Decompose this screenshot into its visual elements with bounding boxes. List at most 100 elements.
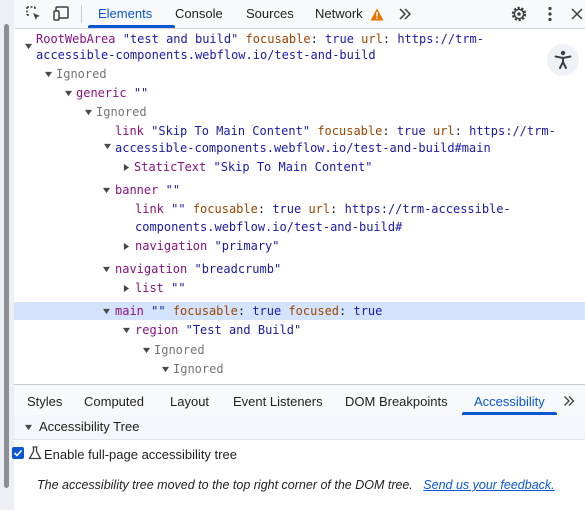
left-scrollbar-thumb[interactable] xyxy=(4,24,9,488)
chevron-double-right-icon[interactable] xyxy=(560,392,578,410)
tree-node-statictext[interactable]: StaticText "Skip To Main Content" xyxy=(14,158,585,176)
node-name: "" xyxy=(165,183,181,197)
node-ignored-label: Ignored xyxy=(173,362,224,376)
accessibility-person-icon xyxy=(554,50,572,69)
gear-icon[interactable] xyxy=(509,4,529,24)
node-role: banner xyxy=(115,183,159,197)
tree-node-main-selected[interactable]: main "" focusable: true focused: true xyxy=(14,302,585,320)
tree-node-link-skip[interactable]: link "Skip To Main Content" focusable: t… xyxy=(14,122,585,140)
expanded-arrow-icon[interactable] xyxy=(65,90,72,97)
node-role: main xyxy=(115,304,144,318)
node-name: "" xyxy=(171,281,186,295)
close-icon[interactable] xyxy=(567,4,585,24)
node-attr: focusable xyxy=(172,304,238,318)
node-value: true xyxy=(396,124,426,138)
node-attr: focused xyxy=(288,304,340,318)
node-attr: url xyxy=(308,202,331,216)
tree-node-continuation: accessible-components.webflow.io/test-an… xyxy=(14,46,585,64)
flask-experiment-icon xyxy=(28,446,42,460)
tab-styles[interactable]: Styles xyxy=(27,385,62,415)
expanded-arrow-icon[interactable] xyxy=(162,366,169,373)
expanded-arrow-icon[interactable] xyxy=(104,143,111,150)
accessibility-tree-section-header[interactable]: Accessibility Tree xyxy=(14,415,585,440)
node-name: "" xyxy=(133,86,149,100)
collapsed-arrow-icon[interactable] xyxy=(123,164,130,171)
accessibility-tree-toggle-button[interactable] xyxy=(547,44,579,76)
accessibility-tree-notice: The accessibility tree moved to the top … xyxy=(37,478,555,492)
node-role: StaticText xyxy=(134,160,207,174)
tree-node-list[interactable]: list "" xyxy=(14,279,585,297)
tab-accessibility[interactable]: Accessibility xyxy=(474,385,545,415)
collapsed-arrow-icon[interactable] xyxy=(123,243,130,250)
tab-network-label: Network xyxy=(315,6,363,21)
expanded-arrow-icon[interactable] xyxy=(45,71,52,78)
tree-node-ignored[interactable]: Ignored xyxy=(14,341,585,359)
tree-node-ignored[interactable]: Ignored xyxy=(14,360,585,378)
tree-node-ignored[interactable]: Ignored xyxy=(14,103,585,121)
node-value: true xyxy=(353,304,383,318)
enable-full-page-tree-label[interactable]: Enable full-page accessibility tree xyxy=(44,447,237,462)
expanded-arrow-icon[interactable] xyxy=(123,327,130,334)
sidebar-tabstrip: Styles Computed Layout Event Listeners D… xyxy=(14,384,585,416)
devtools-toolbar: Elements Console Sources Network xyxy=(14,0,585,29)
node-name: "Skip To Main Content" xyxy=(151,124,311,138)
tab-event-listeners[interactable]: Event Listeners xyxy=(233,385,323,415)
tree-node-navigation-primary[interactable]: navigation "primary" xyxy=(14,237,585,255)
collapsed-arrow-icon[interactable] xyxy=(123,285,130,292)
tab-elements[interactable]: Elements xyxy=(98,0,152,28)
node-role: RootWebArea xyxy=(36,32,116,46)
tab-layout[interactable]: Layout xyxy=(170,385,209,415)
notice-text: The accessibility tree moved to the top … xyxy=(37,478,413,492)
node-attr: url xyxy=(432,124,455,138)
tree-node-banner[interactable]: banner "" xyxy=(14,181,585,199)
node-value: https://trm- xyxy=(469,124,556,138)
node-role: region xyxy=(135,323,179,337)
node-value: https://trm- xyxy=(397,32,485,46)
node-url-continuation: components.webflow.io/test-and-build# xyxy=(135,220,403,234)
expanded-arrow-icon[interactable] xyxy=(25,424,32,431)
toolbar-divider xyxy=(81,5,82,23)
tree-node-region[interactable]: region "Test and Build" xyxy=(14,321,585,339)
node-value: true xyxy=(325,32,354,46)
more-tabs-icon[interactable] xyxy=(395,4,415,24)
expanded-arrow-icon[interactable] xyxy=(103,308,110,315)
tree-node-link-home[interactable]: link "" focusable: true url: https://trm… xyxy=(14,200,585,218)
section-title: Accessibility Tree xyxy=(39,419,140,434)
node-name: "Skip To Main Content" xyxy=(213,160,373,174)
tree-node-continuation: accessible-components.webflow.io/test-an… xyxy=(14,139,585,157)
node-role: navigation xyxy=(115,262,188,276)
accessibility-tree[interactable]: RootWebArea "test and build" focusable: … xyxy=(14,29,585,384)
inspect-element-icon[interactable] xyxy=(24,4,44,24)
tab-network[interactable]: Network xyxy=(315,0,384,28)
node-value: true xyxy=(252,304,282,318)
tree-node-navigation-breadcrumb[interactable]: navigation "breadcrumb" xyxy=(14,260,585,278)
checkmark-icon xyxy=(13,449,23,457)
node-role: generic xyxy=(76,86,127,100)
kebab-menu-icon[interactable] xyxy=(540,4,560,24)
send-feedback-link[interactable]: Send us your feedback. xyxy=(423,478,554,492)
device-toolbar-icon[interactable] xyxy=(52,4,72,24)
tree-node-continuation: components.webflow.io/test-and-build# xyxy=(14,218,585,236)
tree-node-generic[interactable]: generic "" xyxy=(14,84,585,102)
node-ignored-label: Ignored xyxy=(96,105,147,119)
node-name: "" xyxy=(151,304,166,318)
node-role: link xyxy=(135,202,164,216)
tab-console[interactable]: Console xyxy=(175,0,223,28)
left-scrollbar[interactable] xyxy=(0,0,14,510)
expanded-arrow-icon[interactable] xyxy=(103,187,110,194)
expanded-arrow-icon[interactable] xyxy=(143,347,150,354)
tab-computed[interactable]: Computed xyxy=(84,385,144,415)
node-role: link xyxy=(115,124,144,138)
tab-sources[interactable]: Sources xyxy=(246,0,294,28)
tree-node-ignored[interactable]: Ignored xyxy=(14,65,585,83)
tab-dom-breakpoints[interactable]: DOM Breakpoints xyxy=(345,385,448,415)
expanded-arrow-icon[interactable] xyxy=(85,109,92,116)
node-role: list xyxy=(135,281,164,295)
expanded-arrow-icon[interactable] xyxy=(103,266,110,273)
enable-full-page-tree-checkbox[interactable] xyxy=(12,447,24,459)
node-value: https://trm-accessible- xyxy=(344,202,511,216)
node-attr: focusable xyxy=(317,124,383,138)
node-name: "test and build" xyxy=(122,32,239,46)
node-value: true xyxy=(272,202,302,216)
node-role: navigation xyxy=(135,239,208,253)
